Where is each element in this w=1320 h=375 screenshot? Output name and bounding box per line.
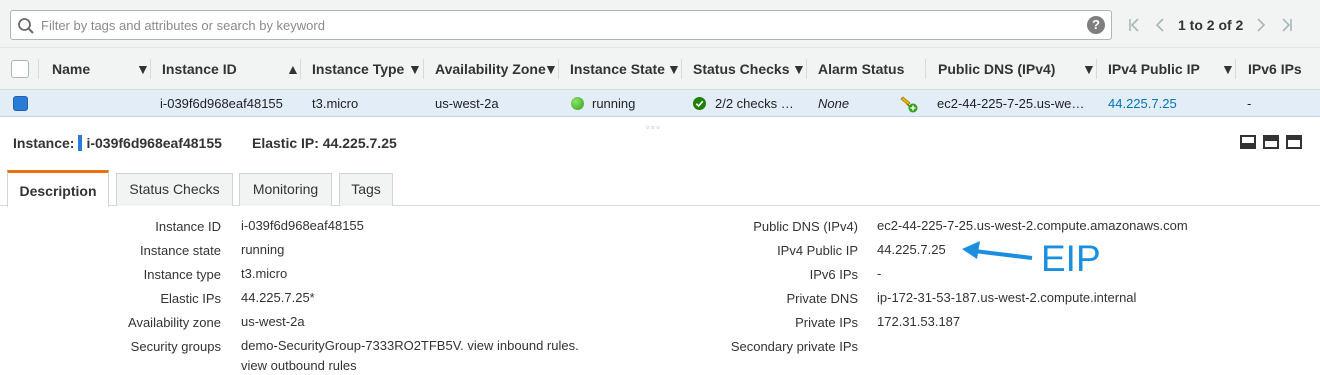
value-ipv6-ips: - bbox=[877, 266, 882, 281]
sort-icon[interactable]: ▼ bbox=[1082, 48, 1096, 90]
value-elastic-ips[interactable]: 44.225.7.25* bbox=[241, 290, 315, 305]
column-header-instance-id[interactable]: Instance ID bbox=[162, 48, 237, 90]
cell-instance-type: t3.micro bbox=[312, 96, 359, 111]
column-header-instance-type[interactable]: Instance Type bbox=[312, 48, 404, 90]
bottom-panel-icon[interactable] bbox=[1240, 135, 1256, 149]
value-ipv4-public-ip[interactable]: 44.225.7.25 bbox=[877, 242, 946, 257]
value-security-groups: demo-SecurityGroup-7333RO2TFB5V. view in… bbox=[241, 338, 579, 353]
sort-icon[interactable]: ▼ bbox=[544, 48, 558, 90]
checks-passed-icon bbox=[693, 97, 706, 110]
detail-tabs: Description Status Checks Monitoring Tag… bbox=[0, 170, 1320, 207]
cell-availability-zone: us-west-2a bbox=[435, 96, 499, 111]
cell-status-checks: 2/2 checks … bbox=[715, 96, 794, 111]
search-input[interactable] bbox=[41, 15, 1081, 35]
tab-monitoring[interactable]: Monitoring bbox=[239, 173, 332, 206]
column-header-alarm-status[interactable]: Alarm Status bbox=[818, 48, 904, 90]
eip-annotation: EIP bbox=[1041, 238, 1101, 279]
value-public-dns: ec2-44-225-7-25.us-west-2.compute.amazon… bbox=[877, 218, 1188, 233]
resize-handle[interactable]: ▫▫▫ bbox=[646, 122, 662, 132]
cell-public-dns: ec2-44-225-7-25.us-we… bbox=[937, 96, 1085, 111]
previous-page-icon[interactable] bbox=[1148, 14, 1174, 36]
table-header: Name ▼ Instance ID ▲ Instance Type ▼ Ava… bbox=[0, 48, 1320, 90]
label-availability-zone: Availability zone bbox=[128, 315, 221, 330]
sort-icon[interactable]: ▼ bbox=[408, 48, 422, 90]
value-instance-id: i-039f6d968eaf48155 bbox=[241, 218, 364, 233]
value-private-dns: ip-172-31-53-187.us-west-2.compute.inter… bbox=[877, 290, 1137, 305]
instance-id: i-039f6d968eaf48155 bbox=[86, 135, 222, 151]
cell-ipv6-ips: - bbox=[1247, 96, 1252, 111]
value-instance-state: running bbox=[241, 242, 285, 257]
view-inbound-rules-link[interactable]: view inbound rules. bbox=[467, 338, 578, 353]
label-elastic-ips: Elastic IPs bbox=[160, 291, 221, 306]
cell-instance-state: running bbox=[592, 96, 636, 111]
sort-icon[interactable]: ▼ bbox=[1221, 48, 1235, 90]
column-header-ipv6-ips[interactable]: IPv6 IPs bbox=[1248, 48, 1302, 90]
last-page-icon[interactable] bbox=[1273, 14, 1299, 36]
column-header-public-dns[interactable]: Public DNS (IPv4) bbox=[938, 48, 1055, 90]
cell-ipv4-public-ip[interactable]: 44.225.7.25 bbox=[1108, 90, 1228, 117]
column-header-status-checks[interactable]: Status Checks bbox=[693, 48, 789, 90]
instance-label: Instance: bbox=[13, 135, 75, 151]
label-private-ips: Private IPs bbox=[795, 315, 858, 330]
sort-icon[interactable]: ▼ bbox=[792, 48, 806, 90]
instance-summary: Instance: i-039f6d968eaf48155 bbox=[13, 133, 222, 153]
label-ipv4-public-ip: IPv4 Public IP bbox=[777, 243, 858, 258]
view-outbound-rules-link[interactable]: view outbound rules bbox=[241, 358, 357, 373]
row-checkbox[interactable] bbox=[13, 96, 28, 111]
table-row[interactable]: i-039f6d968eaf48155 t3.micro us-west-2a … bbox=[0, 90, 1320, 117]
annotation-arrow-icon bbox=[962, 241, 1033, 260]
label-instance-id: Instance ID bbox=[155, 219, 221, 234]
cell-instance-id: i-039f6d968eaf48155 bbox=[160, 96, 283, 111]
value-private-ips: 172.31.53.187 bbox=[877, 314, 961, 329]
tab-description[interactable]: Description bbox=[7, 170, 109, 207]
select-all-checkbox[interactable] bbox=[11, 60, 29, 78]
value-availability-zone: us-west-2a bbox=[241, 314, 305, 329]
column-header-ipv4-public-ip[interactable]: IPv4 Public IP bbox=[1108, 48, 1200, 90]
label-private-dns: Private DNS bbox=[786, 291, 858, 306]
first-page-icon[interactable] bbox=[1122, 14, 1148, 36]
search-icon bbox=[18, 18, 34, 34]
column-header-instance-state[interactable]: Instance State bbox=[570, 48, 665, 90]
security-group-link[interactable]: demo-SecurityGroup-7333RO2TFB5V. bbox=[241, 338, 464, 353]
tab-status-checks[interactable]: Status Checks bbox=[116, 173, 233, 206]
instance-marker bbox=[78, 135, 83, 151]
pagination: 1 to 2 of 2 bbox=[1122, 14, 1299, 36]
split-panel-icon[interactable] bbox=[1263, 135, 1279, 149]
next-page-icon[interactable] bbox=[1247, 14, 1273, 36]
cell-alarm-status: None bbox=[818, 96, 850, 111]
label-instance-type: Instance type bbox=[143, 267, 221, 282]
sort-ascending-icon[interactable]: ▲ bbox=[286, 48, 300, 90]
cell-name bbox=[52, 90, 147, 117]
search-box[interactable]: ? bbox=[10, 10, 1112, 40]
filter-bar: ? 1 to 2 of 2 bbox=[0, 0, 1320, 48]
label-ipv6-ips: IPv6 IPs bbox=[809, 267, 858, 282]
label-security-groups: Security groups bbox=[130, 339, 221, 354]
layout-toggle bbox=[1240, 135, 1302, 149]
value-instance-type: t3.micro bbox=[241, 266, 288, 281]
running-status-icon bbox=[571, 97, 584, 110]
label-instance-state: Instance state bbox=[140, 243, 221, 258]
tab-tags[interactable]: Tags bbox=[339, 173, 393, 206]
label-secondary-private-ips: Secondary private IPs bbox=[730, 339, 858, 354]
elastic-ip-summary: Elastic IP: 44.225.7.25 bbox=[252, 135, 397, 151]
column-header-name[interactable]: Name bbox=[52, 48, 90, 90]
sort-icon[interactable]: ▼ bbox=[667, 48, 681, 90]
help-icon[interactable]: ? bbox=[1087, 16, 1105, 34]
label-public-dns: Public DNS (IPv4) bbox=[753, 219, 858, 234]
page-range: 1 to 2 of 2 bbox=[1178, 17, 1244, 33]
top-panel-icon[interactable] bbox=[1286, 135, 1302, 149]
create-alarm-icon[interactable] bbox=[899, 95, 919, 113]
column-header-availability-zone[interactable]: Availability Zone bbox=[435, 48, 546, 90]
sort-icon[interactable]: ▼ bbox=[136, 48, 150, 90]
